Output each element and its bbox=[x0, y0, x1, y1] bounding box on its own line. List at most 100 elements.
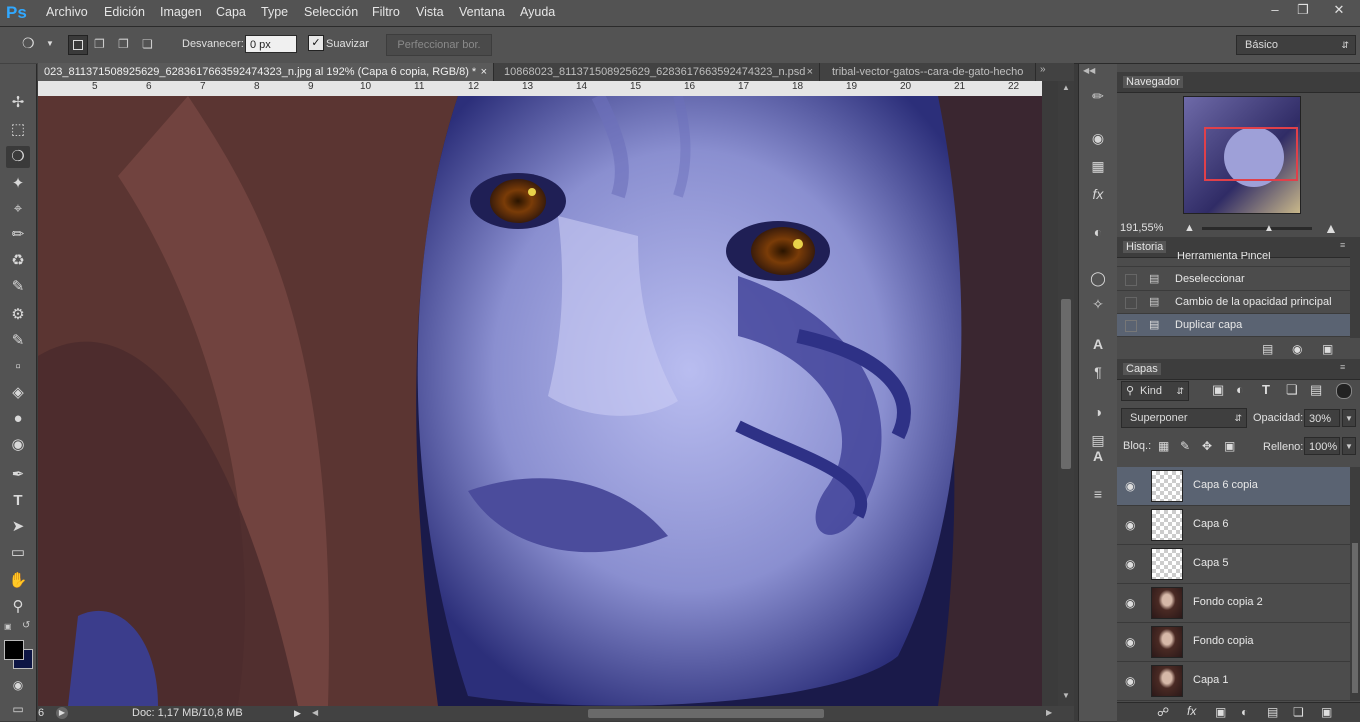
visibility-eye-icon[interactable]: ◉ bbox=[1125, 518, 1135, 532]
menu-edicion[interactable]: Edición bbox=[104, 5, 145, 19]
visibility-eye-icon[interactable]: ◉ bbox=[1125, 674, 1135, 688]
crop-tool-icon[interactable]: ⌖ bbox=[6, 198, 30, 220]
brush-presets-icon[interactable]: ✏ bbox=[1087, 86, 1109, 106]
tool-presets-icon[interactable]: ≡ bbox=[1087, 484, 1109, 504]
navigator-view-box[interactable] bbox=[1204, 127, 1298, 181]
document-canvas[interactable] bbox=[38, 96, 1042, 706]
subtract-selection-icon[interactable]: ❐ bbox=[118, 37, 132, 51]
layer-row[interactable]: ◉ Fondo copia bbox=[1117, 623, 1350, 662]
type-tool-icon[interactable]: T bbox=[6, 490, 30, 512]
styles-icon[interactable]: fx bbox=[1087, 184, 1109, 204]
adjustment-layer-icon[interactable]: ◐ bbox=[1241, 705, 1248, 719]
tab-document-psd[interactable]: 10868023_811371508925629_628361766359247… bbox=[498, 63, 820, 81]
navigator-zoom-value[interactable]: 191,55% bbox=[1120, 222, 1163, 234]
add-selection-icon[interactable]: ❐ bbox=[94, 37, 108, 51]
snapshot-checkbox[interactable] bbox=[1125, 320, 1137, 332]
history-item[interactable]: ▤ Deseleccionar bbox=[1117, 268, 1350, 291]
scroll-left-icon[interactable]: ◀ bbox=[312, 708, 318, 717]
zoom-out-icon[interactable]: ▲ bbox=[1184, 222, 1195, 234]
link-layers-icon[interactable]: ☍ bbox=[1157, 705, 1169, 719]
menu-vista[interactable]: Vista bbox=[416, 5, 444, 19]
filter-adjustment-icon[interactable]: ◐ bbox=[1236, 382, 1244, 397]
intersect-selection-icon[interactable]: ❏ bbox=[142, 37, 156, 51]
layer-name[interactable]: Capa 5 bbox=[1193, 557, 1228, 569]
restore-icon[interactable]: ❐ bbox=[1290, 2, 1316, 18]
adjustments-icon[interactable]: ◐ bbox=[1087, 222, 1109, 242]
layers-tab[interactable]: Capas bbox=[1123, 363, 1161, 375]
history-item[interactable]: ▤ Cambio de la opacidad principal bbox=[1117, 291, 1350, 314]
filter-toggle-icon[interactable] bbox=[1336, 383, 1352, 399]
new-document-from-state-icon[interactable]: ▤ bbox=[1262, 342, 1273, 356]
history-item[interactable]: Herramienta Pincel bbox=[1117, 252, 1350, 267]
visibility-eye-icon[interactable]: ◉ bbox=[1125, 479, 1135, 493]
menu-filtro[interactable]: Filtro bbox=[372, 5, 400, 19]
lock-image-icon[interactable]: ✎ bbox=[1180, 439, 1190, 453]
zoom-slider-handle[interactable]: ▲ bbox=[1264, 223, 1274, 234]
feather-input[interactable]: 0 px bbox=[245, 35, 297, 53]
swatches-grid-icon[interactable]: ▦ bbox=[1087, 156, 1109, 176]
layer-filter-select[interactable]: ⚲ Kind ⇵ bbox=[1121, 381, 1189, 401]
character-icon[interactable]: A bbox=[1087, 334, 1109, 354]
layer-name[interactable]: Capa 6 bbox=[1193, 518, 1228, 530]
quick-mask-icon[interactable]: ◉ bbox=[6, 674, 30, 696]
scroll-right-icon[interactable]: ▶ bbox=[1046, 708, 1052, 717]
lock-transparent-icon[interactable]: ▦ bbox=[1158, 439, 1169, 453]
magic-wand-tool-icon[interactable]: ✦ bbox=[6, 173, 30, 195]
healing-brush-tool-icon[interactable]: ♻ bbox=[6, 250, 30, 272]
layer-mask-icon[interactable]: ▣ bbox=[1215, 705, 1226, 719]
layer-row[interactable]: ◉ Capa 5 bbox=[1117, 545, 1350, 584]
panel-menu-icon[interactable]: ≡ bbox=[1340, 362, 1345, 372]
filter-type-icon[interactable]: T bbox=[1262, 382, 1270, 397]
visibility-eye-icon[interactable]: ◉ bbox=[1125, 557, 1135, 571]
visibility-eye-icon[interactable]: ◉ bbox=[1125, 596, 1135, 610]
minimize-icon[interactable]: – bbox=[1262, 2, 1288, 18]
history-brush-tool-icon[interactable]: ✎ bbox=[6, 330, 30, 352]
tab-close-icon[interactable]: × bbox=[807, 63, 813, 81]
tab-document-tribal[interactable]: tribal-vector-gatos--cara-de-gato-hecho bbox=[826, 63, 1036, 81]
fx-icon[interactable]: fx bbox=[1187, 704, 1196, 718]
scroll-thumb[interactable] bbox=[1352, 543, 1358, 693]
tab-document-active[interactable]: 023_811371508925629_6283617663592474323_… bbox=[38, 63, 494, 81]
zoom-in-icon[interactable]: ▲ bbox=[1324, 220, 1338, 236]
screen-mode-icon[interactable]: ▭ bbox=[6, 698, 30, 720]
scroll-up-icon[interactable]: ▲ bbox=[1062, 83, 1070, 92]
layer-row[interactable]: ◉ Capa 1 bbox=[1117, 662, 1350, 701]
visibility-eye-icon[interactable]: ◉ bbox=[1125, 635, 1135, 649]
antialias-checkbox[interactable]: ✓ bbox=[308, 35, 324, 51]
layer-row[interactable]: ◉ Capa 6 bbox=[1117, 506, 1350, 545]
new-selection-icon[interactable] bbox=[68, 35, 88, 55]
trash-icon[interactable]: ▣ bbox=[1322, 342, 1333, 356]
path-selection-tool-icon[interactable]: ➤ bbox=[6, 516, 30, 538]
menu-archivo[interactable]: Archivo bbox=[46, 5, 88, 19]
marquee-tool-icon[interactable]: ⬚ bbox=[6, 119, 30, 141]
swap-colors-icon[interactable]: ↺ bbox=[22, 620, 30, 631]
filter-smart-object-icon[interactable]: ▤ bbox=[1310, 382, 1322, 398]
blend-mode-select[interactable]: Superponer ⇵ bbox=[1121, 408, 1247, 428]
lasso-preset-icon[interactable]: ❍ bbox=[22, 35, 44, 53]
default-colors-icon[interactable]: ▣ bbox=[4, 622, 14, 632]
dock-collapse-icon[interactable]: ◀◀ bbox=[1083, 66, 1095, 75]
menu-capa[interactable]: Capa bbox=[216, 5, 246, 19]
trash-icon[interactable]: ▣ bbox=[1321, 705, 1332, 719]
panel-menu-icon[interactable]: ≡ bbox=[1340, 240, 1345, 250]
paragraph-icon[interactable]: ¶ bbox=[1087, 362, 1109, 382]
zoom-status[interactable]: 6 bbox=[38, 707, 44, 719]
blur-tool-icon[interactable]: ● bbox=[6, 408, 30, 430]
scroll-thumb[interactable] bbox=[1061, 299, 1071, 469]
navigator-tab[interactable]: Navegador bbox=[1123, 76, 1183, 88]
menu-seleccion[interactable]: Selección bbox=[304, 5, 358, 19]
history-scrollbar[interactable] bbox=[1350, 252, 1360, 338]
opacity-dropdown-icon[interactable]: ▼ bbox=[1342, 409, 1356, 427]
paint-bucket-tool-icon[interactable]: ◈ bbox=[6, 382, 30, 404]
rectangle-tool-icon[interactable]: ▭ bbox=[6, 542, 30, 564]
glyphs-icon[interactable]: A bbox=[1087, 446, 1109, 466]
canvas-vertical-scrollbar[interactable]: ▲ ▼ bbox=[1058, 81, 1074, 706]
menu-imagen[interactable]: Imagen bbox=[160, 5, 202, 19]
tab-close-icon[interactable]: × bbox=[481, 63, 487, 81]
tabs-overflow-icon[interactable]: » bbox=[1040, 64, 1046, 75]
eraser-tool-icon[interactable]: ▫ bbox=[6, 356, 30, 378]
paths-icon[interactable]: ✧ bbox=[1087, 294, 1109, 314]
lasso-tool-icon[interactable]: ❍ bbox=[6, 146, 30, 168]
navigator-thumbnail[interactable] bbox=[1183, 96, 1301, 214]
history-item-selected[interactable]: ▤ Duplicar capa bbox=[1117, 314, 1350, 337]
